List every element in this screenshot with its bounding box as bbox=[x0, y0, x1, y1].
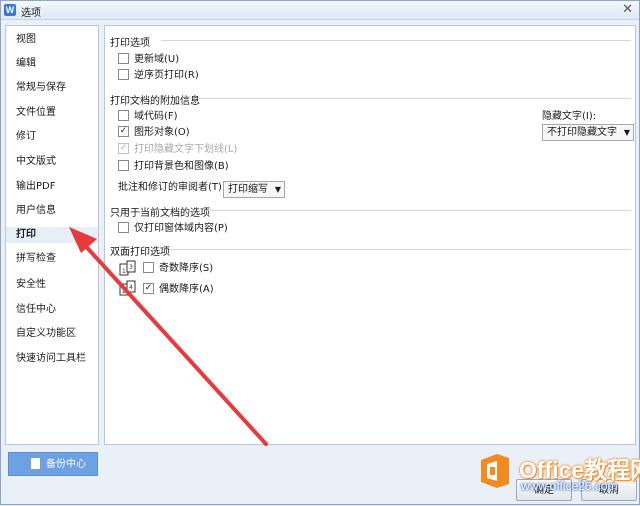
sidebar-item-customize-ribbon[interactable]: 自定义功能区 bbox=[16, 326, 76, 342]
section-title-current-doc: 只用于当前文档的选项 bbox=[110, 208, 210, 219]
drawing-objects-checkbox[interactable] bbox=[118, 125, 129, 137]
office-logo-icon bbox=[481, 454, 509, 488]
hidden-underline-option: 打印隐藏文字下划线(L) bbox=[118, 142, 238, 157]
svg-text:4: 4 bbox=[129, 284, 133, 291]
svg-text:1: 1 bbox=[122, 268, 126, 275]
sidebar-item-view[interactable]: 视图 bbox=[16, 32, 36, 48]
duplex-even-icon: 2 4 bbox=[119, 280, 136, 296]
section-divider bbox=[199, 98, 631, 99]
print-settings-panel: 打印选项 更新域(U) 逆序页打印(R) 打印文档的附加信息 域代码(F) 图形… bbox=[104, 25, 636, 445]
hidden-underline-checkbox bbox=[118, 142, 129, 154]
sidebar-item-file-location[interactable]: 文件位置 bbox=[16, 105, 56, 121]
drawing-objects-label: 图形对象(O) bbox=[134, 127, 190, 138]
sidebar-item-general-save[interactable]: 常规与保存 bbox=[16, 80, 66, 96]
reverse-order-checkbox[interactable] bbox=[118, 68, 129, 80]
dropdown-arrow-icon: ▼ bbox=[623, 128, 630, 137]
options-sidebar: 视图 编辑 常规与保存 文件位置 修订 中文版式 输出PDF 用户信息 打印 拼… bbox=[5, 25, 99, 445]
watermark-url: www.office26.com bbox=[521, 479, 618, 493]
reviewer-label: 批注和修订的审阅者(T)： bbox=[118, 182, 232, 193]
odd-reverse-label: 奇数降序(S) bbox=[159, 263, 214, 274]
svg-text:3: 3 bbox=[129, 264, 133, 271]
sidebar-item-spell-check[interactable]: 拼写检查 bbox=[16, 251, 56, 267]
background-option[interactable]: 打印背景色和图像(B) bbox=[118, 159, 229, 174]
field-codes-option[interactable]: 域代码(F) bbox=[118, 109, 178, 124]
even-reverse-label: 偶数降序(A) bbox=[159, 284, 214, 295]
form-data-only-option[interactable]: 仅打印窗体域内容(P) bbox=[118, 221, 228, 236]
options-dialog: W 选项 ✕ 视图 编辑 常规与保存 文件位置 修订 中文版式 输出PDF 用户… bbox=[0, 0, 640, 505]
hidden-text-select-value: 不打印隐藏文字 bbox=[547, 127, 617, 138]
form-data-only-label: 仅打印窗体域内容(P) bbox=[134, 223, 228, 234]
reverse-order-option[interactable]: 逆序页打印(R) bbox=[118, 68, 199, 83]
sidebar-item-trust-center[interactable]: 信任中心 bbox=[16, 302, 56, 318]
sidebar-item-revision[interactable]: 修订 bbox=[16, 129, 36, 145]
odd-reverse-option[interactable]: 奇数降序(S) bbox=[143, 261, 214, 276]
odd-reverse-checkbox[interactable] bbox=[143, 261, 154, 273]
field-codes-checkbox[interactable] bbox=[118, 109, 129, 121]
hidden-text-label: 隐藏文字(I): bbox=[542, 111, 597, 122]
sidebar-item-edit[interactable]: 编辑 bbox=[16, 56, 36, 72]
reviewer-select-value: 打印缩写 bbox=[228, 184, 268, 195]
close-icon[interactable]: ✕ bbox=[622, 2, 633, 17]
section-divider bbox=[205, 210, 631, 211]
backup-icon bbox=[31, 457, 40, 469]
backup-center-label: 备份中心 bbox=[46, 459, 86, 470]
duplex-odd-icon: 1 3 bbox=[119, 260, 136, 276]
sidebar-item-user-info[interactable]: 用户信息 bbox=[16, 203, 56, 219]
hidden-text-select[interactable]: 不打印隐藏文字 ▼ bbox=[542, 124, 634, 141]
reviewer-select[interactable]: 打印缩写 ▼ bbox=[223, 181, 285, 198]
form-data-only-checkbox[interactable] bbox=[118, 221, 129, 233]
section-title-duplex: 双面打印选项 bbox=[110, 247, 170, 258]
dialog-title: 选项 bbox=[21, 8, 41, 19]
sidebar-item-quick-access-toolbar[interactable]: 快速访问工具栏 bbox=[16, 351, 86, 367]
hidden-underline-label: 打印隐藏文字下划线(L) bbox=[134, 144, 238, 155]
drawing-objects-option[interactable]: 图形对象(O) bbox=[118, 125, 190, 140]
backup-center-button[interactable]: 备份中心 bbox=[8, 452, 98, 476]
wps-writer-icon: W bbox=[4, 4, 16, 16]
background-checkbox[interactable] bbox=[118, 159, 129, 171]
section-divider bbox=[161, 40, 631, 41]
update-fields-checkbox[interactable] bbox=[118, 52, 129, 64]
update-fields-label: 更新域(U) bbox=[134, 54, 180, 65]
section-title-attached-info: 打印文档的附加信息 bbox=[110, 96, 200, 107]
even-reverse-option[interactable]: 偶数降序(A) bbox=[143, 282, 214, 297]
svg-text:2: 2 bbox=[122, 288, 126, 295]
update-fields-option[interactable]: 更新域(U) bbox=[118, 52, 180, 67]
watermark: Office教程网 www.office26.com bbox=[475, 449, 640, 503]
sidebar-item-print[interactable]: 打印 bbox=[6, 227, 98, 243]
section-title-print-options: 打印选项 bbox=[110, 38, 150, 49]
sidebar-item-export-pdf[interactable]: 输出PDF bbox=[16, 179, 55, 195]
field-codes-label: 域代码(F) bbox=[134, 111, 178, 122]
reverse-order-label: 逆序页打印(R) bbox=[134, 70, 199, 81]
section-divider bbox=[169, 249, 631, 250]
sidebar-item-chinese-layout[interactable]: 中文版式 bbox=[16, 154, 56, 170]
dropdown-arrow-icon: ▼ bbox=[274, 185, 281, 194]
background-label: 打印背景色和图像(B) bbox=[134, 161, 229, 172]
title-bar: W 选项 ✕ bbox=[1, 1, 639, 20]
sidebar-item-security[interactable]: 安全性 bbox=[16, 277, 46, 293]
even-reverse-checkbox[interactable] bbox=[143, 282, 154, 294]
